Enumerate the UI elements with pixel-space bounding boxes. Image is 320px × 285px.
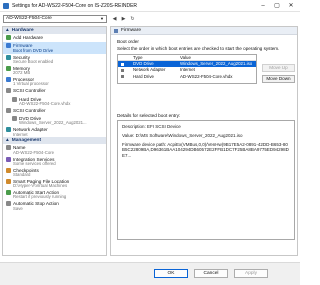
network-adapter-icon	[6, 127, 11, 133]
nav-item[interactable]: Security Secure Boot enabled	[3, 54, 106, 65]
checkpoints-icon	[6, 167, 11, 173]
smart-paging-icon	[6, 179, 11, 185]
move-up-button[interactable]: Move Up	[262, 64, 295, 72]
name-icon	[6, 145, 11, 151]
detail-description: Description: EFI SCSI Device	[122, 124, 181, 129]
window-title: Settings for AD-WS22-F504-Core on IS-Z20…	[12, 3, 138, 9]
memory-icon	[6, 65, 11, 71]
boot-entry-type: Hard Drive	[133, 73, 154, 79]
refresh-icon[interactable]: ↻	[128, 15, 137, 23]
nav-item-detail: Internet	[13, 131, 28, 137]
move-down-button[interactable]: Move Down	[262, 75, 295, 83]
auto-start-icon	[6, 190, 11, 196]
boot-entry-row[interactable]: Hard Drive AD-WS22-F504-Core.vhdx	[118, 74, 256, 80]
nav-item[interactable]: Memory 2072 MB	[3, 65, 106, 76]
nav-item[interactable]: Integration Services Some services offere…	[3, 156, 106, 167]
nav-item[interactable]: SCSI Controller	[3, 107, 106, 115]
detail-device-path: Firmware device path: AcpiEx(VMBus,0,0)/…	[122, 141, 289, 159]
nav-item[interactable]: Network Adapter Internet	[3, 126, 106, 137]
boot-order-description: Select the order in which boot entries a…	[117, 46, 280, 51]
panel-header: Firmware	[111, 27, 297, 35]
maximize-button[interactable]: ▢	[270, 1, 284, 11]
security-icon	[6, 54, 11, 60]
vm-selector[interactable]: AD-WS22-F504-Core ▼	[3, 15, 107, 23]
details-box: Description: EFI SCSI Device Value: D:\M…	[117, 120, 295, 240]
minimize-button[interactable]: –	[256, 1, 270, 11]
scsi-controller-icon	[6, 88, 11, 94]
firmware-panel: Firmware Boot order Select the order in …	[110, 26, 298, 256]
details-label: Details for selected boot entry:	[117, 113, 181, 118]
settings-navigation: ▲ Hardware Add Hardware Firmware Boot from …	[2, 26, 107, 256]
add-hardware-icon	[6, 35, 11, 40]
forward-arrow-icon[interactable]: ▶	[119, 15, 128, 23]
dvd-drive-icon	[12, 116, 17, 122]
vm-selector-value: AD-WS22-F504-Core	[6, 16, 52, 21]
nav-item[interactable]: Name AD-WS22-F504-Core	[3, 144, 106, 155]
hyper-v-settings-icon	[3, 3, 9, 9]
hardware-section-header[interactable]: ▲ Hardware	[3, 27, 106, 34]
title-bar: Settings for AD-WS22-F504-Core on IS-Z20…	[0, 0, 300, 12]
processor-icon	[6, 76, 11, 82]
hard-drive-icon	[12, 96, 17, 102]
nav-item[interactable]: Hard Drive AD-WS22-F504-Core.vhdx	[3, 96, 106, 107]
ok-button[interactable]: OK	[154, 269, 188, 278]
cancel-button[interactable]: Cancel	[194, 269, 228, 278]
nav-item[interactable]: Add Hardware	[3, 34, 106, 42]
nav-item-label: Add Hardware	[13, 35, 43, 40]
management-section-header[interactable]: ▲ Management	[3, 137, 106, 145]
auto-stop-icon	[6, 201, 11, 207]
nav-item[interactable]: SCSI Controller	[3, 87, 106, 95]
boot-device-icon	[121, 68, 124, 72]
scsi-controller-icon	[6, 107, 11, 113]
nav-item[interactable]: Checkpoints Standard	[3, 167, 106, 178]
firmware-icon	[114, 29, 118, 33]
nav-item[interactable]: Automatic Start Action Restart if previou…	[3, 189, 106, 200]
close-button[interactable]: ✕	[284, 1, 298, 11]
nav-item-label: SCSI Controller	[13, 88, 46, 94]
boot-order-label: Boot order	[117, 39, 139, 44]
chevron-down-icon: ▼	[100, 16, 104, 21]
boot-device-icon	[121, 62, 124, 66]
nav-item[interactable]: Firmware Boot from DVD Drive	[3, 42, 106, 54]
boot-order-list[interactable]: Type Value DVD Drive Windows_Server_2022_…	[117, 54, 257, 84]
nav-item[interactable]: Processor 1 Virtual processor	[3, 76, 106, 87]
nav-item[interactable]: Smart Paging File Location D:\Hyper-V\Vir…	[3, 178, 106, 189]
nav-item-detail: Save	[13, 205, 23, 211]
back-arrow-icon[interactable]: ◀	[110, 15, 119, 23]
boot-entry-value: AD-WS22-F504-Core.vhdx	[180, 73, 233, 79]
nav-item-label: SCSI Controller	[13, 107, 46, 113]
nav-item[interactable]: Automatic Stop Action Save	[3, 200, 106, 211]
apply-button[interactable]: Apply	[234, 269, 268, 278]
dialog-button-bar: OK Cancel Apply	[0, 262, 300, 285]
nav-item[interactable]: DVD Drive Windows_Server_2022_Aug2021...	[3, 115, 106, 126]
detail-value: Value: D:\MS Software\Windows_Server_202…	[122, 132, 243, 138]
boot-device-icon	[121, 75, 124, 79]
integration-services-icon	[6, 156, 11, 162]
firmware-icon	[6, 43, 11, 49]
